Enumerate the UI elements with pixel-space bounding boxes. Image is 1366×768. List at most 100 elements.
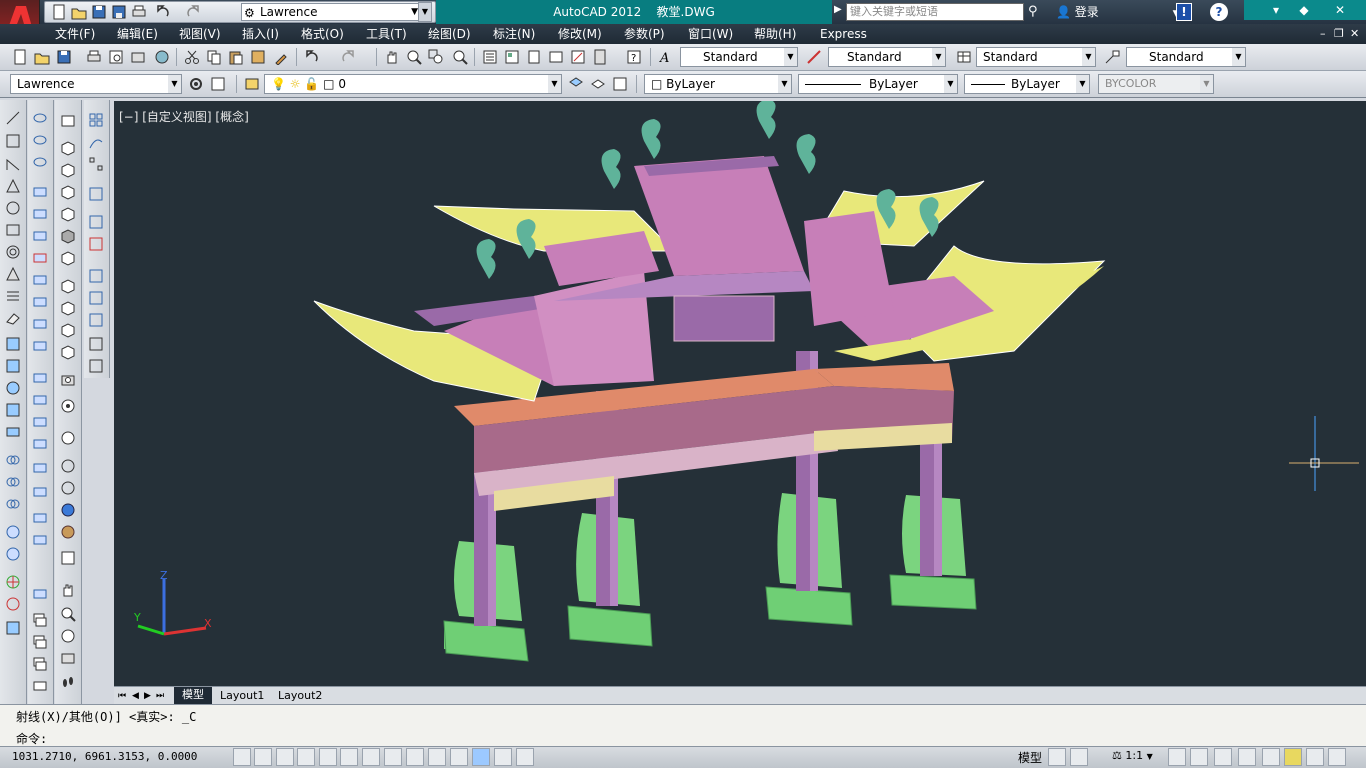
linetype-dropdown[interactable]: ByLayer ▼	[798, 74, 958, 94]
path-icon[interactable]	[88, 134, 104, 150]
slice-icon[interactable]	[32, 532, 48, 548]
zoom-window-icon[interactable]	[428, 49, 444, 65]
help-icon[interactable]: ?	[626, 49, 642, 65]
paste-icon[interactable]	[228, 49, 244, 65]
annotation-visibility-icon[interactable]	[1168, 748, 1186, 766]
polyline-icon[interactable]	[5, 156, 21, 172]
copy-icon[interactable]	[206, 49, 222, 65]
stack-3-icon[interactable]	[32, 656, 48, 672]
stack-2-icon[interactable]	[32, 634, 48, 650]
lineweight-dropdown[interactable]: ByLayer ▼	[964, 74, 1090, 94]
arc-icon[interactable]	[5, 244, 21, 260]
3d-dwf-icon[interactable]	[154, 49, 170, 65]
named-views-icon[interactable]	[88, 112, 104, 128]
dim-style-dropdown[interactable]: Standard ▼	[828, 47, 946, 67]
binoculars-icon[interactable]: ⚲	[1028, 4, 1038, 19]
menu-edit[interactable]: 编辑(E)	[117, 26, 158, 42]
ucs-icon[interactable]	[88, 268, 104, 284]
text-edit-icon[interactable]	[32, 678, 48, 694]
cylinder-solid-icon[interactable]	[60, 228, 76, 244]
publish-icon[interactable]	[130, 49, 146, 65]
points-icon[interactable]	[88, 156, 104, 172]
hardware-acceleration-icon[interactable]	[1262, 748, 1280, 766]
first-tab-icon[interactable]: ⏮	[118, 689, 126, 703]
menu-parametric[interactable]: 参数(P)	[624, 26, 665, 42]
3d-object-snap-icon[interactable]	[362, 748, 380, 766]
taper-face-icon[interactable]	[32, 294, 48, 310]
layer-dropdown[interactable]: 💡 ☼ 🔓 □ 0 ▼	[264, 74, 562, 94]
help-icon[interactable]: ?	[1210, 3, 1228, 21]
table-style-icon[interactable]	[956, 49, 972, 65]
move-icon[interactable]	[5, 336, 21, 352]
auto-scale-icon[interactable]	[1190, 748, 1208, 766]
offset-face-icon[interactable]	[32, 228, 48, 244]
text-style-icon[interactable]: A	[658, 49, 674, 65]
extrude-solid-icon[interactable]	[60, 300, 76, 316]
grid-display-icon[interactable]	[276, 748, 294, 766]
plot-icon[interactable]	[86, 49, 102, 65]
lock-icon[interactable]	[1238, 748, 1256, 766]
intersect-icon[interactable]	[5, 496, 21, 512]
clean-icon[interactable]	[32, 436, 48, 452]
exchange-icon[interactable]: !	[1176, 3, 1192, 21]
doc-close-button[interactable]: ✕	[1350, 26, 1359, 42]
text-style-dropdown[interactable]: Standard ▼	[680, 47, 798, 67]
eraser-icon[interactable]	[5, 310, 21, 326]
sphere-outline-icon[interactable]	[32, 110, 48, 126]
cone-icon[interactable]	[5, 266, 21, 282]
menu-view[interactable]: 视图(V)	[179, 26, 221, 42]
extrude-edges-icon[interactable]	[32, 370, 48, 386]
plot-preview-icon[interactable]	[108, 49, 124, 65]
design-center-icon[interactable]	[504, 49, 520, 65]
tool-palettes-icon[interactable]	[526, 49, 542, 65]
restore-button[interactable]: ◆	[1290, 0, 1318, 20]
cut-icon[interactable]	[184, 49, 200, 65]
imprint-icon[interactable]	[32, 414, 48, 430]
last-tab-icon[interactable]: ⏭	[156, 689, 164, 703]
multileader-style-dropdown[interactable]: Standard ▼	[1126, 47, 1246, 67]
extrude-icon[interactable]	[5, 524, 21, 540]
open-icon[interactable]	[34, 49, 50, 65]
undo-icon[interactable]	[304, 49, 320, 65]
block-icon[interactable]	[250, 49, 266, 65]
shell-icon[interactable]	[32, 484, 48, 500]
layout-2-icon[interactable]	[1070, 748, 1088, 766]
pan-icon[interactable]	[384, 49, 400, 65]
lineweight-icon[interactable]	[450, 748, 468, 766]
workspace-switch-icon[interactable]	[1214, 748, 1232, 766]
menu-modify[interactable]: 修改(M)	[558, 26, 602, 42]
zoom-previous-icon[interactable]	[452, 49, 468, 65]
redo-icon[interactable]	[340, 49, 356, 65]
pan-realtime-icon[interactable]	[60, 582, 76, 598]
command-prompt[interactable]: 命令:	[16, 730, 47, 747]
sweep-icon[interactable]	[60, 344, 76, 360]
new-icon[interactable]	[51, 4, 67, 20]
selection-cycling-icon[interactable]	[516, 748, 534, 766]
dynamic-ucs-icon[interactable]	[406, 748, 424, 766]
drawing-viewport[interactable]: Z X Y	[114, 99, 1366, 686]
viewport-icon[interactable]	[88, 214, 104, 230]
markup-icon[interactable]	[570, 49, 586, 65]
sheet-set-icon[interactable]	[548, 49, 564, 65]
color-dropdown[interactable]: □ ByLayer ▼	[644, 74, 792, 94]
union-icon[interactable]	[5, 452, 21, 468]
menu-express[interactable]: Express	[820, 26, 867, 42]
layer-manager-icon[interactable]	[244, 76, 260, 92]
layer-states-icon[interactable]	[612, 76, 628, 92]
ucs-object-icon[interactable]	[88, 358, 104, 374]
prev-tab-icon[interactable]: ◀	[132, 689, 139, 703]
menu-help[interactable]: 帮助(H)	[754, 26, 796, 42]
object-snap-icon[interactable]	[340, 748, 358, 766]
footsteps-icon[interactable]	[60, 674, 76, 690]
save-icon[interactable]	[91, 4, 107, 20]
hatch-icon[interactable]	[5, 288, 21, 304]
presspull-icon[interactable]	[60, 322, 76, 338]
ucs-origin-icon[interactable]	[88, 312, 104, 328]
scale-icon[interactable]	[5, 402, 21, 418]
camera-2-icon[interactable]	[60, 650, 76, 666]
torus-icon[interactable]	[32, 132, 48, 148]
layout-icon[interactable]	[1048, 748, 1066, 766]
undo-icon[interactable]	[155, 4, 171, 20]
quickcalc-icon[interactable]	[592, 49, 608, 65]
new-icon[interactable]	[12, 49, 28, 65]
